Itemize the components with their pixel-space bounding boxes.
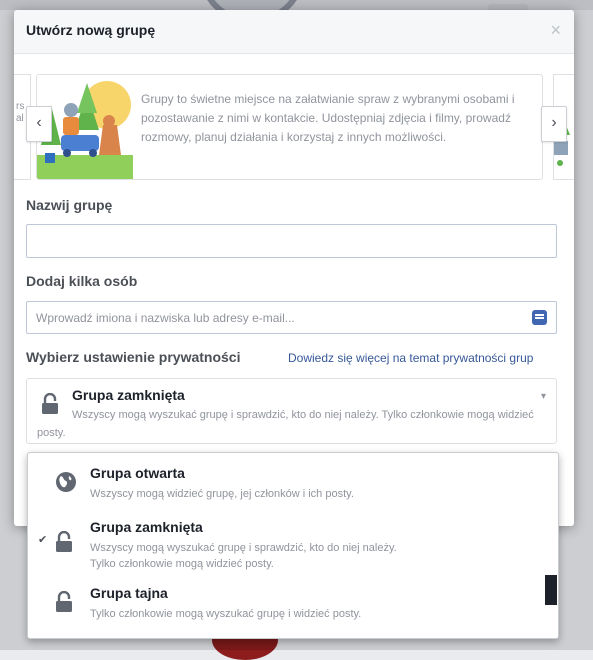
selected-privacy-description: Wszyscy mogą wyszukać grupę i sprawdzić,… (37, 409, 534, 439)
option-title: Grupa zamknięta (90, 519, 203, 535)
privacy-select[interactable]: Grupa zamknięta Wszyscy mogą wyszukać gr… (26, 378, 557, 444)
lock-icon (55, 530, 73, 558)
privacy-dropdown-menu: Grupa otwarta Wszyscy mogą widzieć grupę… (27, 452, 559, 639)
check-icon: ✔ (38, 534, 48, 546)
background-edge (545, 575, 557, 605)
dialog-header: Utwórz nową grupę × (14, 10, 574, 54)
carousel-next-button[interactable]: › (541, 106, 567, 142)
add-people-label: Dodaj kilka osób (26, 273, 138, 289)
intro-carousel: rs al Grupy to świetne miejsce na załatw… (14, 74, 574, 180)
option-description: Wszyscy mogą widzieć grupę, jej członków… (90, 488, 354, 500)
privacy-learn-more-link[interactable]: Dowiedz się więcej na temat prywatności … (288, 351, 533, 365)
privacy-label: Wybierz ustawienie prywatności (26, 349, 241, 365)
privacy-option-closed[interactable]: ✔ Grupa zamknięta Wszyscy mogą wyszukać … (28, 509, 556, 575)
carousel-prev-button[interactable]: ‹ (26, 106, 52, 142)
group-name-input[interactable] (27, 225, 556, 257)
intro-card: Grupy to świetne miejsce na załatwianie … (36, 74, 543, 180)
option-title: Grupa tajna (90, 585, 168, 601)
group-name-field[interactable] (26, 224, 557, 258)
close-icon[interactable]: × (550, 20, 561, 41)
globe-icon (55, 471, 77, 498)
add-people-field[interactable] (26, 301, 557, 334)
chevron-down-icon: ▾ (540, 391, 546, 402)
privacy-option-open[interactable]: Grupa otwarta Wszyscy mogą widzieć grupę… (28, 453, 556, 509)
dialog-title: Utwórz nową grupę (26, 22, 156, 38)
selected-privacy-title: Grupa zamknięta (72, 387, 185, 403)
message-icon[interactable] (532, 310, 547, 325)
privacy-option-secret[interactable]: Grupa tajna Tylko członkowie mogą wyszuk… (28, 575, 556, 637)
lock-icon (55, 590, 73, 618)
option-title: Grupa otwarta (90, 465, 185, 481)
group-name-label: Nazwij grupę (26, 197, 113, 213)
option-description: Wszyscy mogą wyszukać grupę i sprawdzić,… (90, 542, 397, 570)
create-group-dialog: Utwórz nową grupę × rs al Grupy to świet… (14, 10, 574, 526)
intro-text: Grupy to świetne miejsce na załatwianie … (141, 92, 515, 144)
add-people-input[interactable] (27, 302, 556, 333)
previous-card-text: rs al (16, 101, 25, 124)
option-description: Tylko członkowie mogą wyszukać grupę i w… (90, 608, 362, 620)
